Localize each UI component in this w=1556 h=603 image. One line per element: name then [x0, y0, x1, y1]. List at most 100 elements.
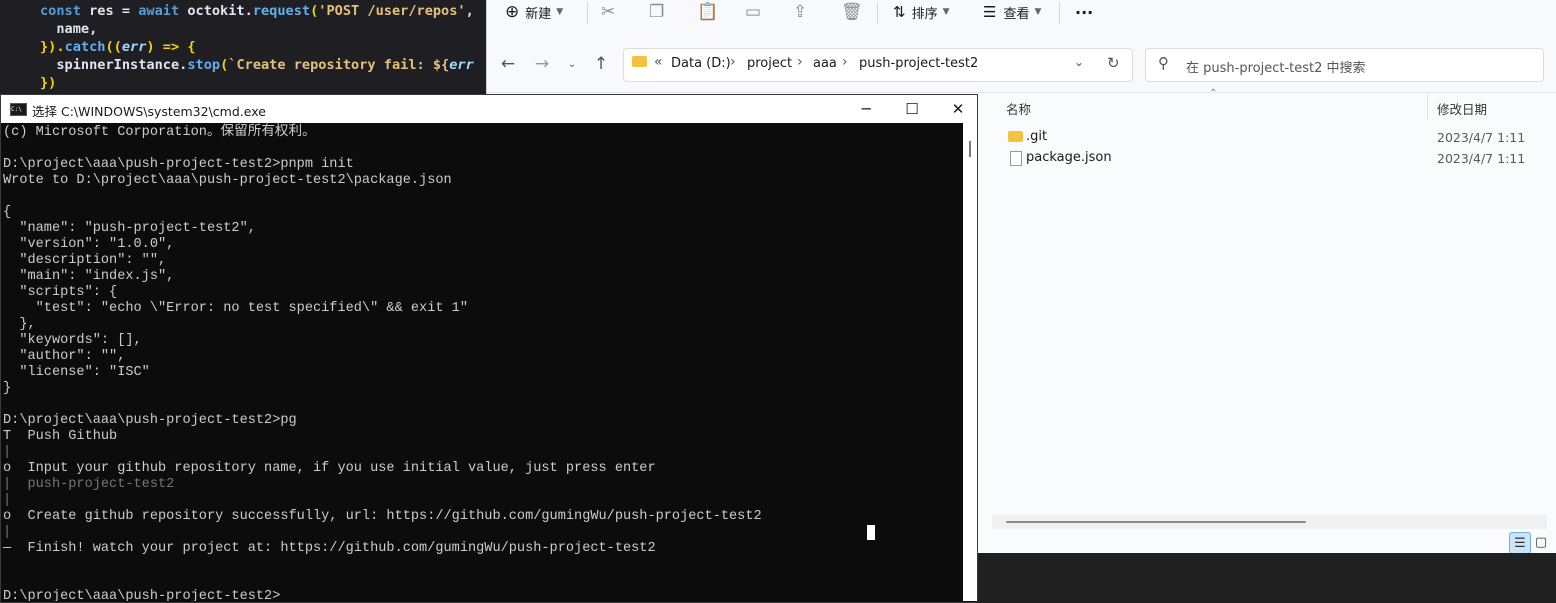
- folder-icon: [632, 56, 647, 67]
- sort-icon: ⇅: [893, 3, 906, 21]
- code-line: }).catch((err) => {: [40, 39, 196, 55]
- delete-icon[interactable]: 🗑: [841, 0, 863, 24]
- cmd-title-bar[interactable]: C:\ 选择 C:\WINDOWS\system32\cmd.exe ─ ☐ ✕: [1, 95, 977, 123]
- console-line: T Push Github: [3, 429, 118, 444]
- toolbar-divider: [877, 2, 878, 24]
- console-line: {: [3, 205, 12, 220]
- sort-ascending-icon: ⌃: [1209, 88, 1218, 99]
- console-line: | push-project-test2: [3, 477, 175, 492]
- navigation-bar: ← → ⌄ ↑ « Data (D:) › project › aaa › pu…: [487, 38, 1556, 93]
- view-label: 查看: [1003, 6, 1030, 22]
- code-line: }): [40, 75, 57, 91]
- chevron-down-icon: ▼: [942, 7, 950, 17]
- code-line: name,: [40, 21, 98, 37]
- cmd-window: C:\ 选择 C:\WINDOWS\system32\cmd.exe ─ ☐ ✕…: [0, 94, 978, 603]
- folder-icon: [1008, 131, 1023, 142]
- chevron-down-icon: ▼: [1034, 7, 1042, 17]
- address-dropdown-chevron-icon[interactable]: ⌄: [1074, 55, 1084, 69]
- column-header-name[interactable]: 名称: [1006, 99, 1031, 118]
- console-line: "license": "ISC": [3, 365, 150, 380]
- search-box[interactable]: ⚲ 在 push-project-test2 中搜索: [1145, 48, 1544, 82]
- file-icon: [1010, 151, 1022, 166]
- more-options-button[interactable]: ···: [1075, 0, 1093, 24]
- cut-icon[interactable]: ✂: [601, 0, 615, 24]
- file-date: 2023/4/7 1:11: [1437, 151, 1526, 166]
- cmd-window-title: 选择 C:\WINDOWS\system32\cmd.exe: [32, 104, 266, 119]
- paste-icon[interactable]: 📋: [697, 0, 718, 24]
- console-prompt[interactable]: D:\project\aaa\push-project-test2>: [3, 589, 280, 601]
- code-editor[interactable]: const res = await octokit.request('POST …: [0, 0, 486, 100]
- toolbar-divider: [587, 2, 588, 24]
- breadcrumb-aaa[interactable]: aaa: [813, 56, 837, 71]
- chevron-down-icon: ▼: [556, 7, 564, 17]
- console-line: o Input your github repository name, if …: [3, 461, 656, 476]
- breadcrumb-project[interactable]: project: [747, 56, 792, 71]
- copy-icon[interactable]: ❐: [649, 0, 664, 24]
- console-line: "test": "echo \"Error: no test specified…: [3, 301, 468, 316]
- plus-circle-icon: ⊕: [505, 2, 520, 22]
- console-line: "scripts": {: [3, 285, 118, 300]
- details-view-icon[interactable]: ☰: [1509, 532, 1531, 554]
- back-arrow-icon[interactable]: ←: [497, 54, 519, 74]
- console-line: "description": "",: [3, 253, 167, 268]
- file-name[interactable]: package.json: [1026, 150, 1112, 165]
- breadcrumb-separator-icon: ›: [730, 54, 736, 70]
- view-button[interactable]: ☰ 查看 ▼: [983, 0, 1041, 24]
- toolbar-divider: [1059, 2, 1060, 24]
- console-output[interactable]: (c) Microsoft Corporation。保留所有权利。 D:\pro…: [3, 123, 963, 601]
- cmd-vertical-scrollbar[interactable]: [963, 123, 977, 601]
- search-placeholder: 在 push-project-test2 中搜索: [1186, 61, 1366, 76]
- column-divider[interactable]: [1427, 94, 1428, 120]
- maximize-icon[interactable]: ☐: [889, 95, 935, 123]
- sort-label: 排序: [911, 6, 938, 22]
- file-date: 2023/4/7 1:11: [1437, 130, 1526, 145]
- rename-icon[interactable]: ▭: [745, 0, 761, 24]
- console-line: |: [3, 525, 12, 540]
- console-line: "author": "",: [3, 349, 126, 364]
- column-header-date[interactable]: 修改日期: [1437, 99, 1487, 118]
- console-line: "version": "1.0.0",: [3, 237, 175, 252]
- cmd-app-icon: C:\: [10, 103, 27, 116]
- new-button[interactable]: ⊕ 新建 ▼: [505, 0, 563, 24]
- console-line: "keywords": [],: [3, 333, 142, 348]
- explorer-toolbar: ⊕ 新建 ▼ ✂ ❐ 📋 ▭ ⇪ 🗑 ⇅ 排序 ▼ ☰ 查看 ▼ ···: [487, 0, 1556, 38]
- horizontal-scrollbar[interactable]: [992, 515, 1547, 529]
- console-line: (c) Microsoft Corporation。保留所有权利。: [3, 125, 316, 140]
- console-line: |: [3, 445, 12, 460]
- console-line: o Create github repository successfully,…: [3, 509, 762, 524]
- code-line: const res = await octokit.request('POST …: [40, 3, 474, 19]
- sort-button[interactable]: ⇅ 排序 ▼: [893, 0, 950, 24]
- console-line: Wrote to D:\project\aaa\push-project-tes…: [3, 173, 452, 188]
- console-line: — Finish! watch your project at: https:/…: [3, 541, 656, 556]
- address-bar[interactable]: « Data (D:) › project › aaa › push-proje…: [623, 48, 1133, 82]
- forward-arrow-icon[interactable]: →: [531, 54, 553, 74]
- scrollbar-thumb[interactable]: [969, 141, 971, 157]
- console-line: "main": "index.js",: [3, 269, 175, 284]
- large-icons-view-icon[interactable]: ▢: [1531, 532, 1551, 552]
- file-name[interactable]: .git: [1026, 129, 1047, 144]
- search-icon: ⚲: [1158, 54, 1169, 72]
- recent-locations-chevron-icon[interactable]: ⌄: [561, 59, 583, 70]
- share-icon[interactable]: ⇪: [793, 0, 807, 24]
- console-line: D:\project\aaa\push-project-test2>pnpm i…: [3, 157, 354, 172]
- desktop-background: [978, 553, 1556, 603]
- new-label: 新建: [525, 6, 552, 22]
- scrollbar-thumb[interactable]: [1006, 521, 1306, 523]
- breadcrumb-push-project-test2[interactable]: push-project-test2: [859, 56, 978, 71]
- console-line: }: [3, 381, 12, 396]
- minimize-icon[interactable]: ─: [843, 95, 889, 123]
- list-view-icon: ☰: [983, 3, 997, 21]
- console-line: },: [3, 317, 36, 332]
- overflow-breadcrumb[interactable]: «: [654, 54, 663, 70]
- refresh-icon[interactable]: ↻: [1107, 54, 1120, 72]
- selection-caret: [867, 525, 875, 540]
- console-line: "name": "push-project-test2",: [3, 221, 256, 236]
- breadcrumb-separator-icon: ›: [797, 54, 803, 70]
- up-arrow-icon[interactable]: ↑: [590, 54, 612, 74]
- console-line: |: [3, 493, 12, 508]
- breadcrumb-data-drive[interactable]: Data (D:): [671, 56, 731, 71]
- close-icon[interactable]: ✕: [935, 95, 981, 123]
- breadcrumb-separator-icon: ›: [842, 54, 848, 70]
- console-line: D:\project\aaa\push-project-test2>pg: [3, 413, 297, 428]
- code-line: spinnerInstance.stop(`Create repository …: [40, 57, 474, 73]
